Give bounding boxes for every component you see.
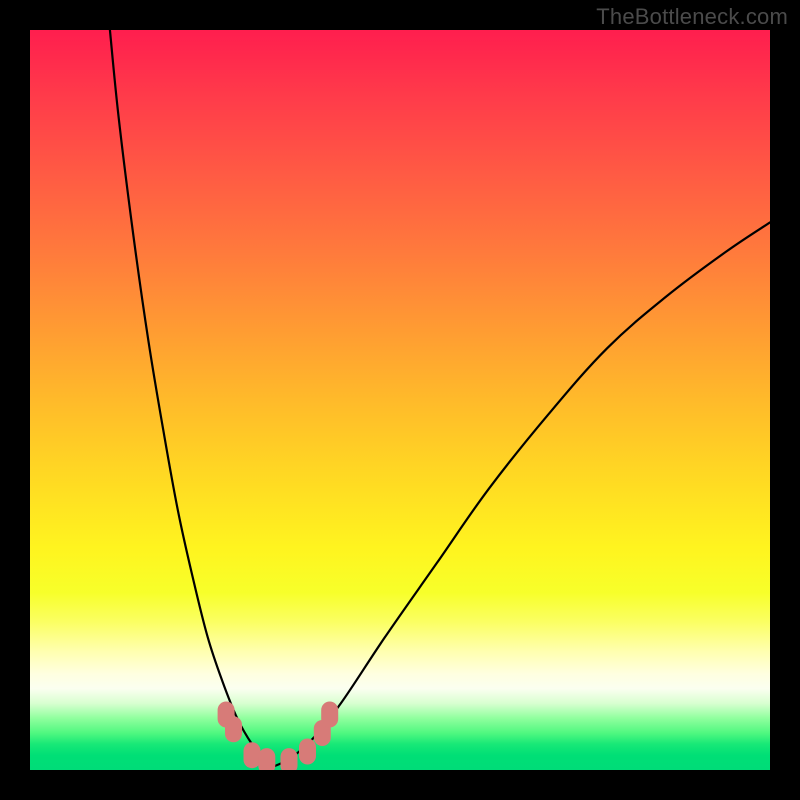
- marker-group: [218, 702, 339, 771]
- marker: [321, 702, 338, 728]
- watermark-text: TheBottleneck.com: [596, 4, 788, 30]
- chart-svg: [30, 30, 770, 770]
- marker: [281, 748, 298, 770]
- marker: [299, 739, 316, 765]
- curve-group: [110, 30, 770, 766]
- marker: [225, 716, 242, 742]
- curve-left-branch: [110, 30, 274, 766]
- chart-frame: TheBottleneck.com: [0, 0, 800, 800]
- marker: [244, 742, 261, 768]
- plot-area: [30, 30, 770, 770]
- curve-right-branch: [274, 222, 770, 766]
- marker: [258, 748, 275, 770]
